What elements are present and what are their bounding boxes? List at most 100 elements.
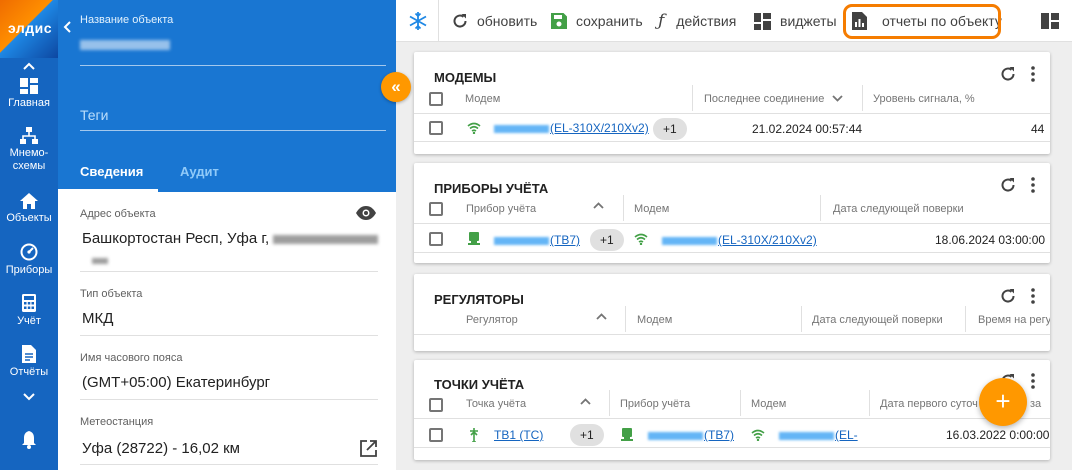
column-header[interactable]: Точка учёта (466, 398, 526, 410)
metering-points-card: ТОЧКИ УЧЁТА Точка учёта Прибор учёта Мод… (414, 360, 1050, 460)
nav-item-mnemo[interactable]: Мнемо-схемы (0, 127, 58, 173)
hierarchy-icon (20, 127, 38, 144)
nav-item-objects[interactable]: Объекты (0, 193, 58, 225)
column-header[interactable]: Дата следующей поверки (812, 314, 943, 326)
calculator-icon (22, 294, 36, 312)
column-header[interactable]: Модем (637, 314, 672, 326)
meter-link[interactable]: (ТВ7) (648, 428, 734, 442)
add-button[interactable]: + (979, 378, 1027, 426)
save-button[interactable]: сохранить (551, 0, 643, 42)
collapse-panel-button[interactable]: « (381, 72, 411, 102)
field-label: Адрес объекта (80, 208, 156, 220)
field-label: Имя часового пояса (80, 352, 183, 364)
nav-item-reports[interactable]: Отчёты (0, 345, 58, 379)
row-checkbox[interactable] (429, 121, 443, 135)
document-icon (22, 345, 36, 363)
column-header[interactable]: Прибор учёта (466, 203, 536, 215)
regulators-card: РЕГУЛЯТОРЫ Регулятор Модем Дата следующе… (414, 274, 1050, 351)
redacted-text (494, 236, 549, 245)
column-divider (965, 306, 966, 332)
select-all-checkbox[interactable] (429, 92, 443, 106)
count-chip[interactable]: +1 (653, 118, 687, 140)
column-divider (740, 390, 741, 416)
object-type-value: МКД (82, 310, 114, 327)
column-divider (820, 195, 821, 221)
nav-label: Учёт (17, 315, 41, 327)
sort-up-icon[interactable] (596, 313, 607, 320)
more-vert-icon[interactable] (1031, 288, 1035, 304)
row-checkbox[interactable] (429, 428, 443, 442)
object-name-value-redacted[interactable] (80, 40, 170, 50)
snowflake-icon[interactable] (408, 0, 437, 42)
column-divider (692, 85, 693, 111)
refresh-icon (453, 14, 467, 28)
open-external-icon[interactable] (360, 440, 377, 457)
column-divider (862, 85, 863, 111)
modem-link[interactable]: (EL-310X/210Xv2) (662, 233, 817, 247)
divider (414, 141, 1050, 142)
eye-icon[interactable] (356, 206, 376, 220)
meter-icon (468, 232, 480, 245)
divider (414, 223, 1050, 224)
column-header[interactable]: Модем (465, 93, 500, 105)
row-checkbox[interactable] (429, 232, 443, 246)
refresh-button[interactable]: обновить (452, 0, 537, 42)
refresh-icon[interactable] (1000, 288, 1016, 304)
actions-button[interactable]: ƒ действия (658, 0, 736, 42)
column-header[interactable]: Уровень сигнала, % (873, 93, 975, 105)
scroll-down-icon[interactable] (0, 391, 58, 405)
more-vert-icon[interactable] (1031, 66, 1035, 82)
divider (414, 447, 1050, 448)
count-chip[interactable]: +1 (570, 424, 604, 446)
next-check-value: 18.06.2024 03:00:00 (935, 233, 1046, 247)
sort-up-icon[interactable] (580, 398, 591, 405)
bell-icon[interactable] (0, 431, 58, 452)
column-divider (869, 390, 870, 416)
column-header[interactable]: Регулятор (466, 314, 518, 326)
column-header[interactable]: Время на регу (978, 314, 1050, 326)
sort-up-icon[interactable] (593, 202, 604, 209)
select-all-checkbox[interactable] (429, 398, 443, 412)
last-connection-value: 21.02.2024 00:57:44 (752, 122, 863, 136)
modems-card: МОДЕМЫ Модем Последнее соединение Уровен… (414, 52, 1050, 154)
app-logo[interactable]: элдис (0, 0, 58, 58)
column-header[interactable]: Дата следующей поверки (833, 203, 964, 215)
column-divider (609, 390, 610, 416)
layout-toggle-button[interactable] (1041, 0, 1068, 42)
more-vert-icon[interactable] (1031, 373, 1035, 389)
refresh-icon[interactable] (1000, 177, 1016, 193)
nav-label: Объекты (6, 212, 52, 224)
nav-item-devices[interactable]: Приборы (0, 243, 58, 277)
column-header[interactable]: Прибор учёта (620, 398, 690, 410)
scroll-up-icon[interactable] (0, 60, 58, 74)
column-header[interactable]: Модем (751, 398, 786, 410)
tags-input[interactable]: Теги (80, 107, 108, 123)
metering-point-link[interactable]: ТВ1 (ТС) (494, 428, 543, 442)
weather-station-field: Метеостанция Уфа (28722) - 16,02 км (80, 416, 378, 465)
sort-down-icon[interactable] (832, 95, 843, 102)
actions-label: действия (676, 13, 737, 29)
divider (414, 113, 1050, 114)
more-vert-icon[interactable] (1031, 177, 1035, 193)
column-header[interactable]: Последнее соединение (704, 93, 824, 105)
chevron-left-icon[interactable] (62, 20, 72, 39)
nav-item-home[interactable]: Главная (0, 78, 58, 110)
count-chip[interactable]: +1 (590, 229, 624, 251)
field-label: Метеостанция (80, 416, 154, 428)
divider (80, 464, 378, 465)
column-header[interactable]: за (1030, 398, 1041, 410)
modem-link[interactable]: (EL-310X/210Xv2) (494, 121, 649, 135)
modem-link[interactable]: (EL- (779, 428, 858, 442)
nav-item-accounting[interactable]: Учёт (0, 294, 58, 328)
column-header[interactable]: Дата первого суточ (880, 398, 978, 410)
divider (414, 418, 1050, 419)
tab-details[interactable]: Сведения (80, 164, 143, 179)
tab-audit[interactable]: Аудит (180, 164, 219, 179)
refresh-icon[interactable] (1000, 66, 1016, 82)
widgets-icon (754, 12, 771, 30)
widgets-button[interactable]: виджеты (754, 0, 837, 42)
object-panel: Название объекта Теги Сведения Аудит Адр… (58, 0, 396, 470)
meter-link[interactable]: (ТВ7) (494, 233, 580, 247)
column-header[interactable]: Модем (634, 203, 669, 215)
select-all-checkbox[interactable] (429, 202, 443, 216)
